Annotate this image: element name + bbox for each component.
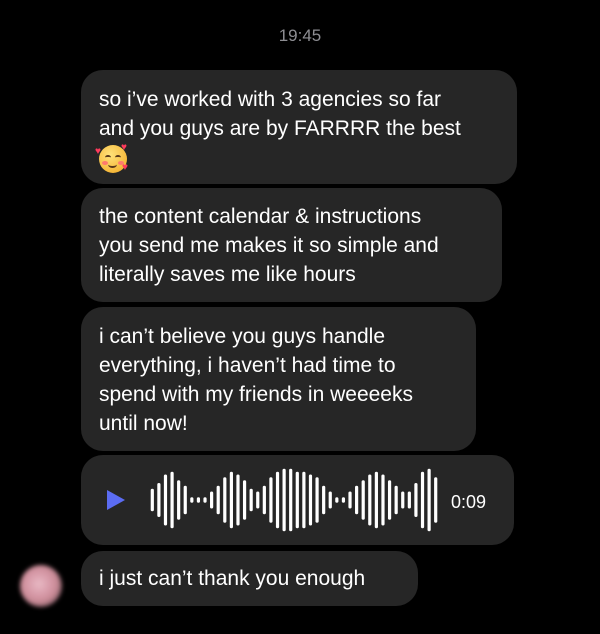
voice-duration: 0:09 [451,492,487,512]
waveform-bar [328,491,332,509]
smiling-face-with-hearts-icon: ♥ ♥ ♥ [95,142,128,173]
voice-message-bubble[interactable]: 0:09 [81,455,514,545]
waveform-bar [289,468,293,532]
message-bubble-4[interactable]: i just can’t thank you enough [81,551,418,606]
waveform-bar [341,497,346,503]
message-2-line-3: literally saves me like hours [99,263,356,286]
message-3-line-3: spend with my friends in weeeeks [99,383,413,406]
message-bubble-1[interactable]: so i’ve worked with 3 agencies so far an… [81,70,517,184]
message-1-line-2: and you guys are by FARRRR the best [99,117,461,140]
waveform-bar [282,468,286,532]
waveform-bar [163,474,168,526]
waveform-bar [177,480,181,520]
waveform-bar [322,485,326,515]
waveform-bar [368,474,372,526]
message-2-line-2: you send me makes it so simple and [99,234,439,257]
message-2-line-1: the content calendar & instructions [99,205,422,228]
message-bubble-3[interactable]: i can’t believe you guys handle everythi… [81,307,476,451]
waveform-bar [216,485,220,515]
waveform-bar [190,497,194,503]
waveform-bar [196,497,201,503]
waveform-bar [348,491,352,509]
waveform-bar [256,491,260,509]
audio-waveform[interactable] [149,466,439,534]
waveform-bar [374,471,378,529]
message-timestamp: 19:45 [278,26,322,45]
waveform-bar [308,474,313,526]
waveform-bar [269,477,273,523]
waveform-bar [381,474,385,526]
message-3-line-1: i can’t believe you guys handle [99,325,386,348]
waveform-bar [295,471,299,529]
message-1-line-1: so i’ve worked with 3 agencies so far [99,88,441,111]
message-3-line-2: everything, i haven’t had time to [99,354,396,377]
waveform-bar [401,491,405,509]
avatar[interactable] [20,565,62,607]
waveform-bar [150,488,154,512]
waveform-bar [394,485,398,515]
waveform-bar [407,491,411,509]
waveform-bar [236,474,240,526]
waveform-bar [427,468,431,532]
waveform-bar [183,485,187,515]
waveform-bar [302,471,306,529]
waveform-bar [229,471,233,529]
waveform-bar [242,480,247,520]
waveform-bar [387,480,392,520]
waveform-bar [275,471,280,529]
waveform-bar [361,480,365,520]
waveform-bar [249,488,253,512]
waveform-bar [434,477,438,523]
message-bubble-2[interactable]: the content calendar & instructions you … [81,188,502,302]
waveform-bar [170,471,174,529]
waveform-bar [157,483,161,517]
play-icon[interactable] [107,490,125,510]
waveform-bar [414,483,418,517]
waveform-bar [335,497,339,503]
waveform-bar [315,477,319,523]
waveform-bar [210,491,214,509]
waveform-bar [355,485,359,515]
waveform-bar [420,471,425,529]
waveform-bar [223,477,227,523]
waveform-bar [203,497,207,503]
waveform-bar [262,485,266,515]
message-4-line-1: i just can’t thank you enough [99,567,366,590]
message-3-line-4: until now! [99,412,188,435]
